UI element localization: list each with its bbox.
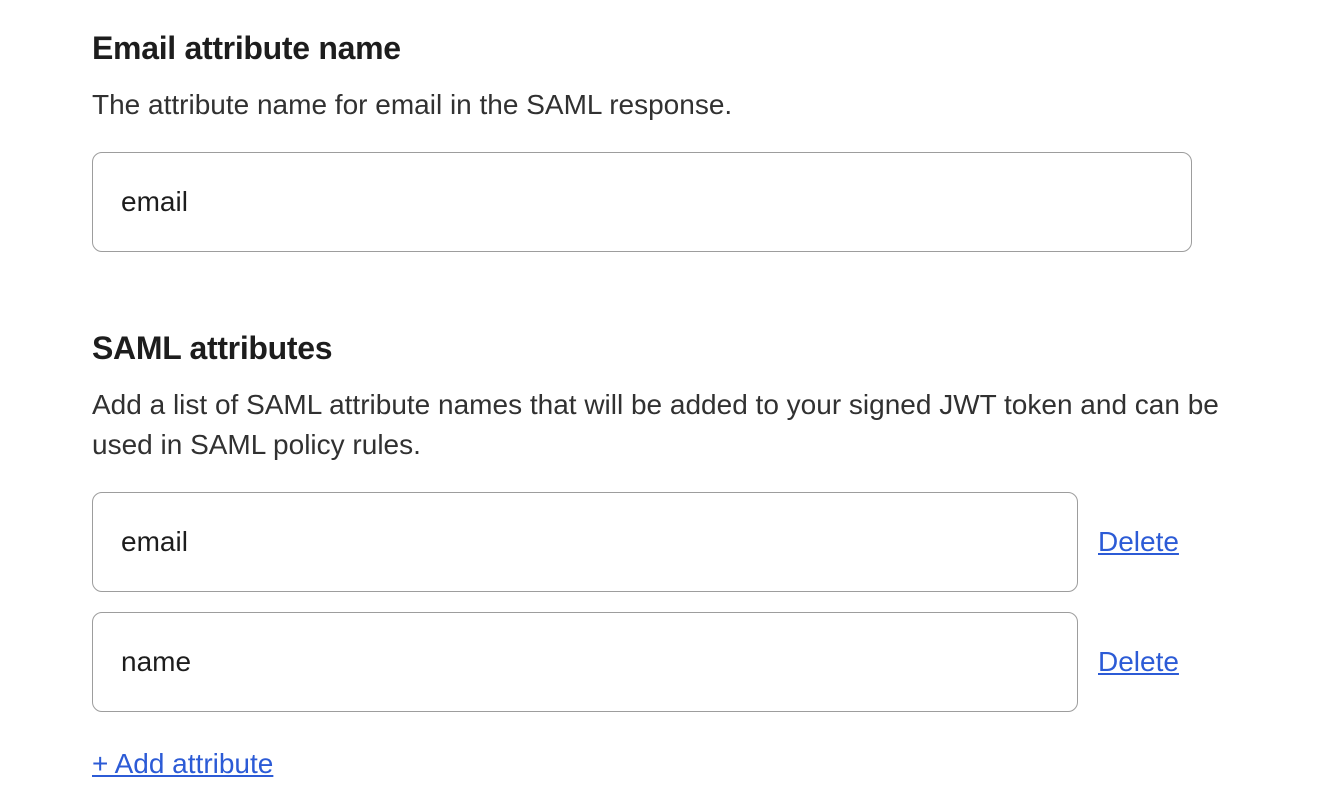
email-attribute-heading: Email attribute name [92, 30, 1226, 67]
saml-attribute-input[interactable] [92, 612, 1078, 712]
saml-attributes-heading: SAML attributes [92, 330, 1226, 367]
saml-attribute-input[interactable] [92, 492, 1078, 592]
saml-attribute-row: Delete [92, 492, 1226, 592]
email-attribute-description: The attribute name for email in the SAML… [92, 85, 1226, 126]
saml-attribute-row: Delete [92, 612, 1226, 712]
add-attribute-button[interactable]: + Add attribute [92, 748, 273, 780]
delete-attribute-button[interactable]: Delete [1098, 646, 1179, 678]
saml-attributes-description: Add a list of SAML attribute names that … [92, 385, 1226, 466]
email-attribute-input[interactable] [92, 152, 1192, 252]
saml-attributes-list: Delete Delete [92, 492, 1226, 732]
delete-attribute-button[interactable]: Delete [1098, 526, 1179, 558]
